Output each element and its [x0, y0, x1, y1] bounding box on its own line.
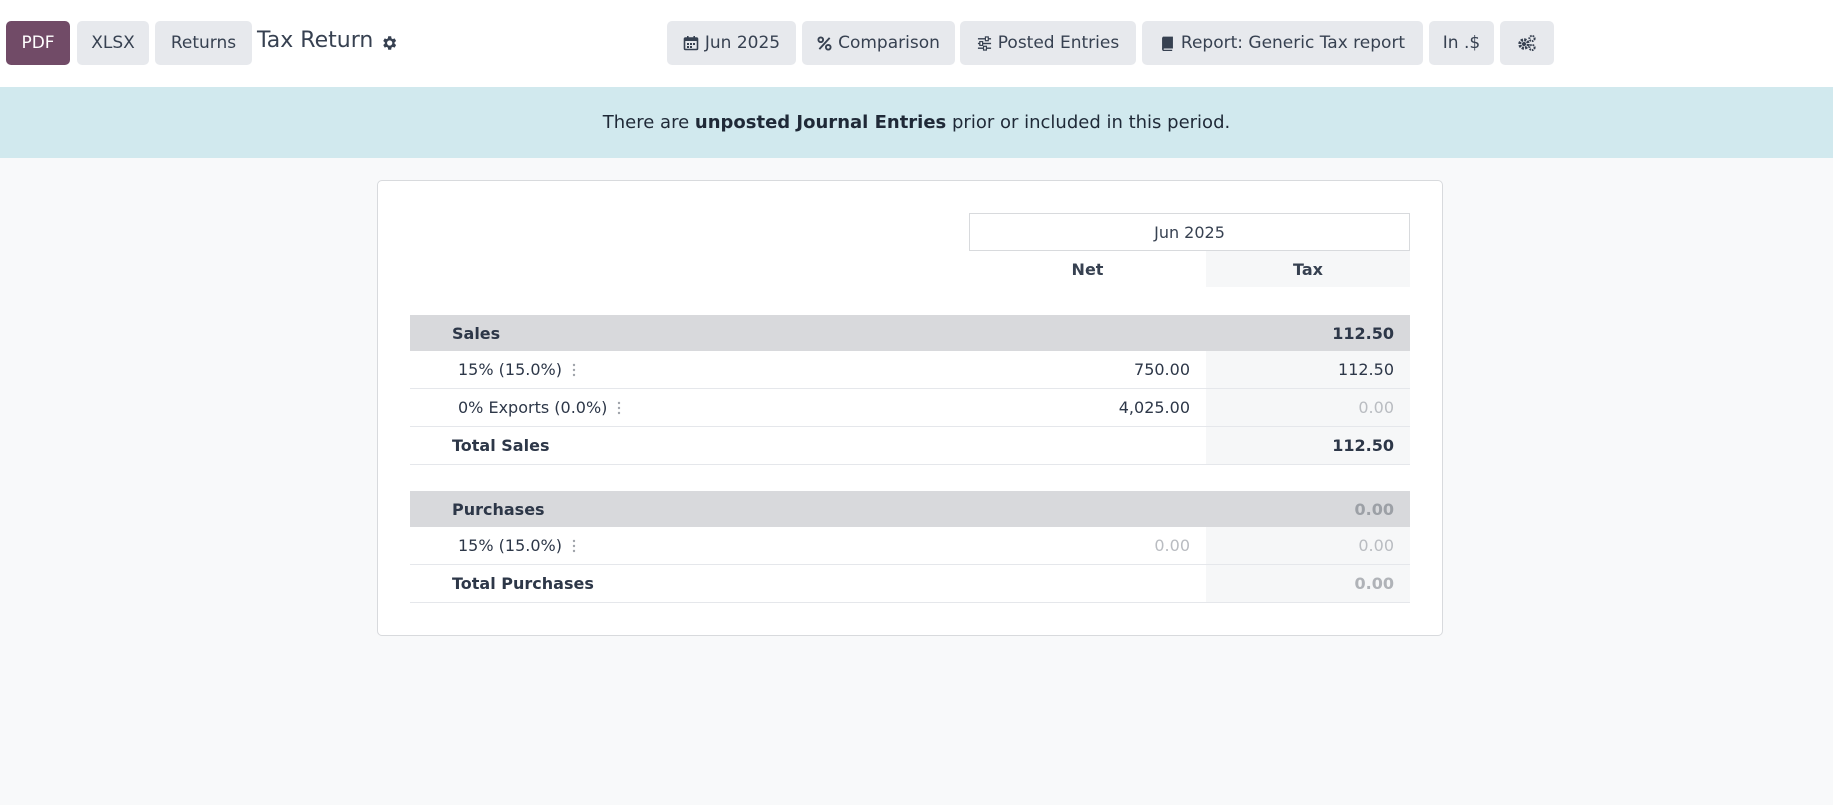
kebab-menu-icon[interactable]: [617, 400, 621, 416]
line-label-text: 0% Exports (0.0%): [458, 398, 608, 417]
options-button[interactable]: [1500, 21, 1554, 65]
currency-label: In .$: [1442, 33, 1481, 53]
returns-button-label: Returns: [170, 33, 237, 53]
period-filter-button[interactable]: Jun 2025: [667, 21, 796, 65]
sliders-icon: [977, 35, 991, 51]
tax-value: 0.00: [1358, 536, 1394, 555]
returns-button[interactable]: Returns: [155, 21, 252, 65]
line-label: 15% (15.0%): [458, 351, 576, 388]
total-row-sales: Total Sales 112.50: [410, 427, 1410, 465]
period-column-header: Jun 2025: [969, 213, 1410, 251]
total-tax-value: 0.00: [1354, 574, 1394, 593]
section-label: Purchases: [452, 499, 545, 519]
currency-button[interactable]: In .$: [1429, 21, 1494, 65]
net-value[interactable]: 750.00: [930, 351, 1190, 388]
net-column-header: Net: [1071, 259, 1104, 279]
gear-icon[interactable]: [380, 34, 398, 52]
kebab-menu-icon[interactable]: [572, 362, 576, 378]
unposted-entries-link[interactable]: unposted Journal Entries: [695, 112, 946, 133]
tax-value: 0.00: [1358, 398, 1394, 417]
total-label: Total Purchases: [452, 574, 594, 593]
kebab-menu-icon[interactable]: [572, 538, 576, 554]
line-label: 0% Exports (0.0%): [458, 389, 621, 426]
section-row-purchases[interactable]: Purchases 0.00: [410, 491, 1410, 527]
report-selector-button[interactable]: Report: Generic Tax report: [1142, 21, 1423, 65]
posted-entries-button[interactable]: Posted Entries: [960, 21, 1136, 65]
line-label: 15% (15.0%): [458, 527, 576, 564]
posted-entries-label: Posted Entries: [997, 33, 1120, 53]
page-title: Tax Return: [257, 28, 374, 53]
book-icon: [1161, 36, 1173, 51]
total-tax-value: 112.50: [1332, 436, 1394, 455]
total-label: Total Sales: [452, 436, 550, 455]
unposted-entries-alert: There are unposted Journal Entries prior…: [0, 87, 1833, 158]
calendar-icon: [683, 36, 699, 51]
tax-column-header: Tax: [1206, 251, 1410, 287]
comparison-label: Comparison: [838, 33, 940, 53]
table-row[interactable]: 15% (15.0%) 0.00 0.00: [410, 527, 1410, 565]
xlsx-button-label: XLSX: [91, 33, 135, 53]
line-label-text: 15% (15.0%): [458, 536, 562, 555]
section-tax-value: 0.00: [1354, 499, 1394, 519]
net-value: 0.00: [1154, 536, 1190, 555]
tax-value[interactable]: 112.50: [1206, 351, 1394, 388]
section-tax-value: 112.50: [1332, 323, 1394, 343]
report-selector-label: Report: Generic Tax report: [1180, 33, 1406, 53]
control-bar: PDF XLSX Returns Tax Return Jun 2025 Com…: [0, 0, 1833, 87]
table-row[interactable]: 0% Exports (0.0%) 4,025.00 0.00: [410, 389, 1410, 427]
total-row-purchases: Total Purchases 0.00: [410, 565, 1410, 603]
xlsx-button[interactable]: XLSX: [77, 21, 149, 65]
net-value[interactable]: 4,025.00: [930, 389, 1190, 426]
table-row[interactable]: 15% (15.0%) 750.00 112.50: [410, 351, 1410, 389]
period-filter-label: Jun 2025: [704, 33, 781, 53]
cogs-icon: [1518, 34, 1536, 52]
pdf-button-label: PDF: [21, 33, 55, 53]
section-row-sales[interactable]: Sales 112.50: [410, 315, 1410, 351]
pdf-button[interactable]: PDF: [6, 21, 70, 65]
comparison-button[interactable]: Comparison: [802, 21, 955, 65]
percent-icon: [817, 35, 832, 51]
line-label-text: 15% (15.0%): [458, 360, 562, 379]
alert-text-before: There are: [602, 112, 695, 133]
alert-text-after: prior or included in this period.: [946, 112, 1231, 133]
section-label: Sales: [452, 323, 501, 343]
